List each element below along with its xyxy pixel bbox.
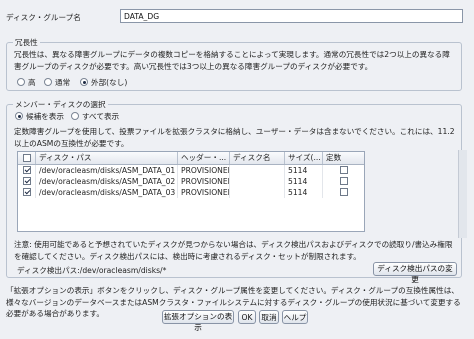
row-select-checkbox[interactable] xyxy=(23,188,31,196)
disk-path-cell: /dev/oracleasm/disks/ASM_DATA_03 xyxy=(36,187,178,198)
radio-external[interactable] xyxy=(80,78,88,86)
col-header-status[interactable]: ヘッダー・... xyxy=(178,152,230,164)
quorum-checkbox[interactable] xyxy=(340,188,348,196)
cancel-button[interactable]: 取消 xyxy=(259,310,279,324)
col-disk-path[interactable]: ディスク・パス xyxy=(36,152,178,164)
select-all-checkbox[interactable] xyxy=(23,154,31,162)
header-status-cell: PROVISIONED xyxy=(178,187,230,198)
row-select-checkbox[interactable] xyxy=(23,166,31,174)
radio-normal[interactable] xyxy=(44,78,52,86)
size-cell: 5114 xyxy=(285,165,323,176)
table-header: ディスク・パス ヘッダー・... ディスク名 サイズ(... 定数 xyxy=(18,152,364,165)
size-cell: 5114 xyxy=(285,187,323,198)
redundancy-description: 冗長性は、異なる障害グループにデータの複数コピーを格納することによって実現します… xyxy=(14,50,450,71)
radio-show-candidates-label: 候補を表示 xyxy=(26,112,64,121)
col-disk-name[interactable]: ディスク名 xyxy=(230,152,285,164)
table-row[interactable]: /dev/oracleasm/disks/ASM_DATA_03 PROVISI… xyxy=(18,187,364,198)
advanced-options-note: 「拡張オプションの表示」ボタンをクリックし、ディスク・グループ属性を変更してくだ… xyxy=(6,286,461,318)
radio-high[interactable] xyxy=(17,78,25,86)
col-size[interactable]: サイズ(... xyxy=(285,152,323,164)
radio-high-label: 高 xyxy=(28,78,36,87)
quorum-checkbox[interactable] xyxy=(340,166,348,174)
quorum-info-text: 定数障害グループを使用して、投票ファイルを拡張クラスタに格納し、ユーザー・データ… xyxy=(14,127,455,148)
disk-path-cell: /dev/oracleasm/disks/ASM_DATA_01 xyxy=(36,165,178,176)
size-cell: 5114 xyxy=(285,176,323,187)
disk-name-cell xyxy=(230,176,285,187)
change-discovery-path-button[interactable]: ディスク検出パスの変更 xyxy=(373,262,457,284)
redundancy-title: 冗長性 xyxy=(13,37,40,48)
help-button[interactable]: ヘルプ xyxy=(282,310,308,324)
radio-show-all-label: すべて表示 xyxy=(82,112,120,121)
radio-show-candidates[interactable] xyxy=(15,112,23,120)
disk-table: ディスク・パス ヘッダー・... ディスク名 サイズ(... 定数 /dev/o… xyxy=(17,151,365,232)
radio-show-all[interactable] xyxy=(71,112,79,120)
ok-button[interactable]: OK xyxy=(238,310,256,324)
table-row[interactable]: /dev/oracleasm/disks/ASM_DATA_01 PROVISI… xyxy=(18,165,364,176)
col-quorum[interactable]: 定数 xyxy=(323,152,364,164)
row-select-checkbox[interactable] xyxy=(23,177,31,185)
diskgroup-name-label: ディスク・グループ名 xyxy=(6,13,81,22)
show-advanced-options-button[interactable]: 拡張オプションの表示 xyxy=(162,310,234,332)
radio-normal-label: 通常 xyxy=(55,78,71,87)
col-select[interactable] xyxy=(18,152,36,164)
header-status-cell: PROVISIONED xyxy=(178,165,230,176)
diskgroup-name-input[interactable] xyxy=(120,9,463,23)
member-disks-title: メンバー・ディスクの選択 xyxy=(13,99,108,110)
discovery-note-text: 注意: 使用可能であると予想されていたディスクが見つからない場合は、ディスク検出… xyxy=(14,240,453,261)
table-row[interactable]: /dev/oracleasm/disks/ASM_DATA_02 PROVISI… xyxy=(18,176,364,187)
panel-scrollbar[interactable] xyxy=(458,150,467,238)
discovery-path-text: ディスク検出パス:/dev/oracleasm/disks/* xyxy=(17,266,167,275)
disk-path-cell: /dev/oracleasm/disks/ASM_DATA_02 xyxy=(36,176,178,187)
disk-name-cell xyxy=(230,165,285,176)
quorum-checkbox[interactable] xyxy=(340,177,348,185)
disk-name-cell xyxy=(230,187,285,198)
radio-external-label: 外部(なし) xyxy=(91,78,128,87)
header-status-cell: PROVISIONED xyxy=(178,176,230,187)
